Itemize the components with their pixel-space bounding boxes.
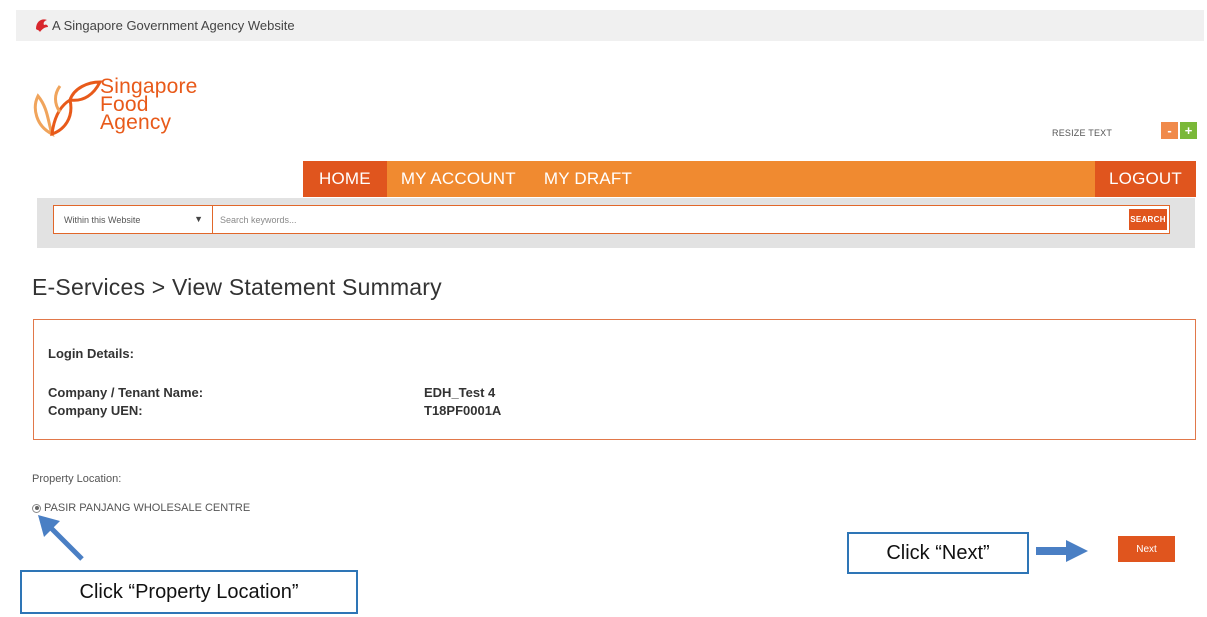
login-details-title: Login Details: (48, 346, 134, 361)
decrease-text-button[interactable]: - (1161, 122, 1178, 139)
resize-text-label: RESIZE TEXT (1052, 128, 1113, 138)
increase-text-button[interactable]: + (1180, 122, 1197, 139)
search-scope-value: Within this Website (64, 214, 141, 225)
nav-item-my-draft[interactable]: MY DRAFT (530, 161, 646, 197)
gov-banner: A Singapore Government Agency Website (16, 10, 1204, 41)
search-scope-select[interactable]: Within this Website ▼ (54, 206, 213, 233)
nav-item-my-account[interactable]: MY ACCOUNT (387, 161, 530, 197)
caret-down-icon: ▼ (194, 214, 203, 224)
search-button[interactable]: SEARCH (1129, 209, 1167, 230)
property-option-label: PASIR PANJANG WHOLESALE CENTRE (44, 502, 251, 514)
company-name-value: EDH_Test 4 (424, 385, 496, 400)
property-radio[interactable] (32, 503, 41, 513)
company-name-label: Company / Tenant Name: (48, 385, 204, 400)
login-details-panel: Login Details: Company / Tenant Name: ED… (33, 319, 1196, 440)
brand-line-3: Agency (100, 111, 172, 134)
nav-item-home[interactable]: HOME (303, 161, 387, 197)
sfa-logo[interactable]: Singapore Food Agency (30, 68, 250, 168)
singapore-lion-icon (36, 19, 48, 32)
next-button[interactable]: Next (1118, 536, 1175, 562)
gov-banner-text: A Singapore Government Agency Website (52, 18, 295, 33)
arrow-right-icon (1036, 540, 1088, 562)
main-nav: HOME MY ACCOUNT MY DRAFT LOGOUT (303, 161, 1196, 197)
sfa-leaf-icon (33, 80, 102, 137)
property-location-label: Property Location: (32, 473, 122, 485)
search-box: Within this Website ▼ SEARCH (53, 205, 1170, 234)
callout-next: Click “Next” (847, 532, 1029, 574)
company-uen-label: Company UEN: (48, 403, 143, 418)
search-input[interactable] (220, 206, 1070, 233)
arrow-up-left-icon (38, 515, 84, 561)
page-title: E-Services > View Statement Summary (32, 274, 442, 300)
logout-button[interactable]: LOGOUT (1095, 161, 1196, 197)
company-uen-value: T18PF0001A (424, 403, 502, 418)
brand-wordmark: Singapore Food Agency (100, 76, 198, 134)
search-bar: Within this Website ▼ SEARCH (37, 198, 1195, 248)
property-location-option[interactable]: PASIR PANJANG WHOLESALE CENTRE (32, 502, 250, 514)
callout-property-location: Click “Property Location” (20, 570, 358, 614)
